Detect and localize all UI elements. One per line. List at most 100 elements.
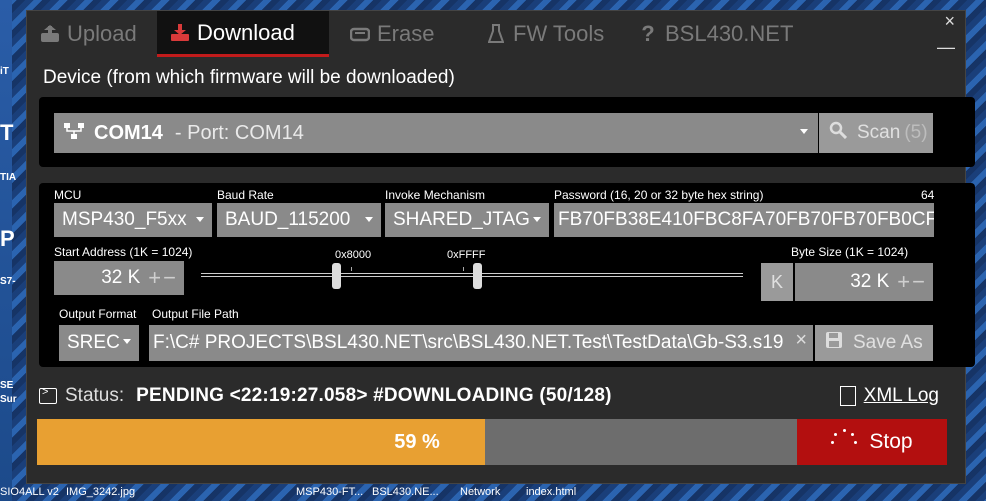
device-select[interactable]: COM14 - Port: COM14 (54, 113, 818, 153)
scan-count: (5) (904, 122, 928, 143)
slider-tick (463, 267, 464, 271)
clear-icon[interactable]: × (795, 329, 807, 352)
start-address-stepper[interactable]: 32 K +− (54, 261, 184, 295)
desktop-file-label[interactable]: IMG_3242.jpg (66, 486, 135, 498)
minimize-button[interactable]: — (937, 38, 955, 56)
baud-value: BAUD_115200 (225, 209, 351, 230)
slider-thumb-start[interactable] (332, 263, 341, 289)
tab-bar: Upload Download Erase FW Tools ? BSL430.… (27, 11, 965, 57)
size-unit-toggle[interactable]: K (761, 263, 793, 301)
status-label: Status: (65, 385, 125, 406)
device-port: - Port: COM14 (174, 121, 304, 144)
terminal-icon (39, 386, 57, 404)
tab-bsl430[interactable]: ? BSL430.NET (625, 11, 805, 57)
output-format-label: Output Format (59, 307, 137, 321)
password-input[interactable]: FB70FB38E410FBC8FA70FB70FB70FB0CFA (554, 203, 934, 237)
desktop-icons-strip: iT T TIA P S7- SE Sur (0, 0, 17, 501)
device-panel: COM14 - Port: COM14 Scan (5) (39, 97, 975, 167)
device-name: COM14 (94, 121, 163, 144)
start-address-label: Start Address (1K = 1024) (54, 245, 193, 259)
save-as-button[interactable]: Save As (815, 325, 933, 361)
password-label: Password (16, 20 or 32 byte hex string) (554, 188, 764, 202)
desktop-label: SE (0, 380, 14, 391)
erase-icon (349, 23, 371, 45)
tab-fw-tools[interactable]: FW Tools (473, 11, 621, 57)
status-bar: Status: PENDING <22:19:27.058> #DOWNLOAD… (39, 383, 612, 409)
save-as-label: Save As (853, 332, 923, 353)
search-icon (829, 121, 848, 145)
plus-minus-icon[interactable]: +− (148, 265, 178, 291)
scan-label: Scan (857, 122, 901, 143)
config-panel: MCU MSP430_F5xx Baud Rate BAUD_115200 In… (39, 183, 975, 367)
tab-erase[interactable]: Erase (337, 11, 467, 57)
tab-download[interactable]: Download (157, 11, 329, 57)
invoke-label: Invoke Mechanism (385, 188, 486, 202)
tab-label: Download (197, 19, 295, 45)
tab-label: Upload (67, 21, 137, 46)
close-button[interactable]: × (944, 12, 955, 30)
app-window: Upload Download Erase FW Tools ? BSL430.… (26, 10, 975, 484)
desktop-file-label[interactable]: MSP430-FT... (296, 486, 363, 498)
invoke-select[interactable]: SHARED_JTAG (385, 203, 549, 237)
slider-thumb-end[interactable] (473, 263, 482, 289)
start-address-value: 32 K (101, 267, 141, 288)
byte-size-label: Byte Size (1K = 1024) (791, 245, 909, 259)
mcu-select[interactable]: MSP430_F5xx (54, 203, 212, 237)
mcu-value: MSP430_F5xx (62, 209, 187, 230)
progress-percent: 59 % (394, 430, 440, 453)
slider-tick (351, 267, 352, 271)
stop-button[interactable]: Stop (797, 419, 947, 465)
tab-label: BSL430.NET (665, 21, 794, 46)
xml-log-link[interactable]: XML Log (839, 383, 939, 409)
chevron-down-icon (196, 217, 204, 222)
desktop-file-label[interactable]: index.html (526, 486, 576, 498)
device-section-label: Device (from which firmware will be down… (43, 67, 455, 88)
tab-upload[interactable]: Upload (27, 11, 157, 57)
chevron-down-icon (123, 339, 131, 344)
password-length: 64 (921, 188, 935, 202)
baud-label: Baud Rate (217, 188, 274, 202)
flask-icon (485, 23, 507, 45)
question-icon: ? (641, 21, 655, 46)
desktop-label: Sur (0, 394, 17, 405)
byte-size-stepper[interactable]: 32 K +− (795, 263, 933, 301)
tab-label: Erase (377, 21, 435, 46)
address-range-slider[interactable] (201, 273, 743, 277)
desktop-file-label[interactable]: Network (460, 486, 500, 498)
chevron-down-icon (365, 217, 373, 222)
desktop-label: T (0, 120, 14, 145)
output-format-value: SREC (67, 332, 120, 353)
status-value: PENDING <22:19:27.058> #DOWNLOADING (50/… (136, 385, 612, 406)
output-path-value: F:\C# PROJECTS\BSL430.NET\src\BSL430.NET… (153, 332, 784, 353)
plus-minus-icon[interactable]: +− (897, 269, 927, 295)
download-icon (169, 22, 191, 44)
invoke-value: SHARED_JTAG (393, 209, 530, 230)
output-path-label: Output File Path (152, 307, 239, 321)
upload-icon (39, 23, 61, 45)
document-search-icon (839, 386, 856, 406)
byte-size-value: 32 K (850, 271, 890, 292)
desktop-file-label[interactable]: SIO4ALL v2 (0, 486, 59, 498)
baud-select[interactable]: BAUD_115200 (217, 203, 381, 237)
output-path-input[interactable]: F:\C# PROJECTS\BSL430.NET\src\BSL430.NET… (149, 325, 813, 361)
slider-label-end: 0xFFFF (447, 249, 486, 261)
desktop-label: P (0, 226, 15, 251)
network-icon (64, 122, 84, 144)
window-controls: × — (937, 11, 955, 57)
stop-label: Stop (869, 430, 913, 453)
tab-label: FW Tools (513, 21, 605, 46)
chevron-down-icon (800, 129, 808, 134)
mcu-label: MCU (54, 188, 82, 202)
password-value: FB70FB38E410FBC8FA70FB70FB70FB0CFA (558, 209, 934, 230)
chevron-down-icon (533, 217, 541, 222)
desktop-label: iT (0, 66, 9, 77)
progress-bar: 59 % (37, 419, 797, 465)
output-format-select[interactable]: SREC (59, 325, 139, 361)
scan-button[interactable]: Scan (5) (819, 113, 933, 153)
xml-log-label: XML Log (863, 385, 939, 406)
desktop-file-label[interactable]: BSL430.NE... (372, 486, 439, 498)
spinner-icon (831, 429, 858, 455)
desktop-label: S7- (0, 276, 16, 287)
slider-label-start: 0x8000 (335, 249, 372, 261)
desktop-taskbar-labels: SIO4ALL v2 IMG_3242.jpg MSP430-FT... BSL… (0, 483, 986, 501)
